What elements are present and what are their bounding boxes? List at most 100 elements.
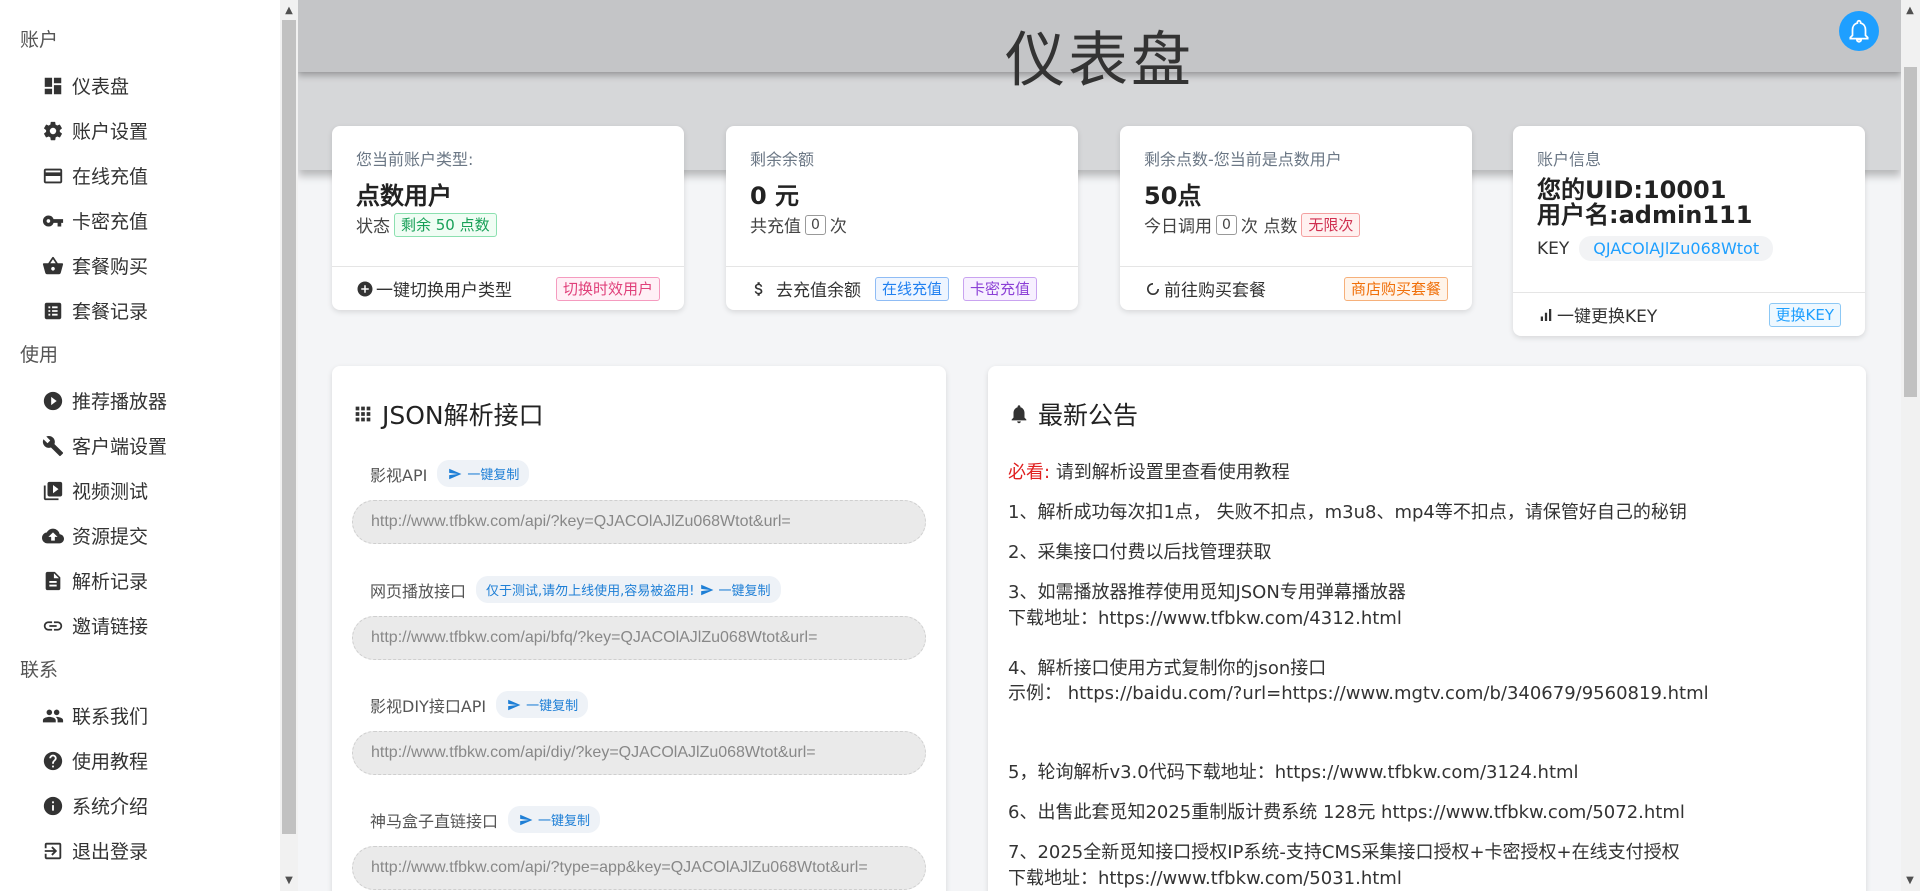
balance-value: 0 元 [750,182,800,210]
copy-label: 一键复制 [718,584,771,599]
shop-buy-package-button[interactable]: 商店购买套餐 [1343,276,1448,301]
api-url-field[interactable]: http://www.tfbkw.com/api/bfq/?key=QJACOl… [352,616,926,660]
sidebar-item-video-test[interactable]: 视频测试 [0,468,280,513]
copy-label: 一键复制 [526,699,579,714]
card-footer: 一键更换KEY 更换KEY [1513,292,1865,336]
send-icon [508,699,521,710]
dollar-icon [750,280,768,298]
api-name: 网页播放接口 [370,581,467,601]
api-name: 影视API [370,465,428,485]
api-url-field[interactable]: http://www.tfbkw.com/api/diy/?key=QJACOl… [352,731,926,775]
card-caption: 账户信息 [1537,150,1602,169]
points-card: 剩余点数-您当前是点数用户 50点 今日调用 0 次 点数 无限次 前往购买套餐… [1120,126,1472,310]
sidebar-item-package-records[interactable]: 套餐记录 [0,288,280,333]
status-badge: 剩余 50 点数 [394,212,497,237]
sidebar-item-tutorial[interactable]: 使用教程 [0,738,280,783]
unlimited-badge: 无限次 [1301,212,1361,237]
sidebar-item-label: 退出登录 [72,841,149,863]
sidebar-item-label: 在线充值 [72,166,149,188]
must-read-label: 必看: [1008,462,1051,483]
change-key-text[interactable]: 一键更换KEY [1557,302,1657,327]
help-circle-icon [40,748,66,774]
notification-button[interactable] [1839,11,1879,51]
sidebar-item-recommended-player[interactable]: 推荐播放器 [0,378,280,423]
sidebar-item-card-recharge[interactable]: 卡密充值 [0,198,280,243]
page-title: 仪表盘 [1005,26,1194,96]
announcement-line: 5，轮询解析v3.0代码下载地址：https://www.tfbkw.com/3… [1008,762,1579,783]
copy-button[interactable]: 一键复制 [508,806,601,833]
api-url-field[interactable]: http://www.tfbkw.com/api/?key=QJACOlAJlZ… [352,500,926,544]
change-key-button[interactable]: 更换KEY [1768,302,1841,327]
json-api-panel: JSON解析接口 影视API 一键复制 http://www.tfbkw.com… [332,366,946,891]
card-recharge-button[interactable]: 卡密充值 [963,276,1038,301]
sidebar-scrollbar[interactable]: ▲ ▼ [280,0,298,891]
copy-button[interactable]: 一键复制 [496,691,589,718]
sidebar-item-system-intro[interactable]: 系统介绍 [0,783,280,828]
plus-circle-icon [356,280,374,298]
send-icon [449,468,462,479]
api-label: 影视DIY接口API 一键复制 [370,691,589,718]
daily-calls-count: 0 [1216,214,1237,235]
sidebar-item-label: 邀请链接 [72,616,149,638]
scroll-up-arrow-icon[interactable]: ▲ [280,2,298,20]
bell-icon [1849,19,1869,43]
sidebar-item-parse-records[interactable]: 解析记录 [0,558,280,603]
copy-label: 一键复制 [467,468,520,483]
sidebar-item-logout[interactable]: 退出登录 [0,828,280,873]
copy-button[interactable]: 仅于测试,请勿上线使用,容易被盗用! 一键复制 [476,576,781,603]
key-value[interactable]: QJACOlAJlZu068Wtot [1579,236,1774,261]
sidebar: 账户 仪表盘 账户设置 在线充值 卡密充值 套餐购买 套餐记录 使用 推荐播放器… [0,0,280,891]
sidebar-item-account-settings[interactable]: 账户设置 [0,108,280,153]
scroll-down-arrow-icon[interactable]: ▼ [280,872,298,890]
sidebar-item-label: 推荐播放器 [72,391,168,413]
info-icon [40,793,66,819]
document-icon [40,568,66,594]
recharge-count: 0 [805,214,826,235]
announcements-title: 最新公告 [1038,401,1139,430]
buy-package-text[interactable]: 前往购买套餐 [1164,276,1266,301]
people-icon [40,703,66,729]
must-read-text: 请到解析设置里查看使用教程 [1055,462,1290,483]
sidebar-item-resource-submit[interactable]: 资源提交 [0,513,280,558]
announcement-line: 4、解析接口使用方式复制你的json接口 [1008,658,1327,679]
points-value: 50点 [1144,182,1202,210]
header-bar: 仪表盘 [298,0,1901,96]
copy-button[interactable]: 一键复制 [437,460,530,487]
sidebar-item-label: 套餐记录 [72,301,149,323]
api-label: 影视API 一键复制 [370,460,530,487]
recharge-count-line: 共充值 0 次 [750,212,847,237]
wrench-icon [40,433,66,459]
sidebar-item-contact-us[interactable]: 联系我们 [0,693,280,738]
key-icon [40,208,66,234]
sidebar-scrollbar-thumb[interactable] [282,20,296,834]
switch-type-text[interactable]: 一键切换用户类型 [376,276,512,301]
go-recharge-text[interactable]: 去充值余额 [776,276,861,301]
scroll-up-arrow-icon[interactable]: ▲ [1901,2,1919,20]
bell-icon [1011,405,1027,424]
sidebar-item-client-settings[interactable]: 客户端设置 [0,423,280,468]
list-icon [40,298,66,324]
main-content: 仪表盘 您当前账户类型: 点数用户 状态 剩余 50 点数 一键切换用户类型 切… [298,0,1901,891]
announcements-panel: 最新公告 必看: 请到解析设置里查看使用教程 1、解析成功每次扣1点， 失败不扣… [988,366,1866,891]
sidebar-item-label: 卡密充值 [72,211,149,233]
sidebar-item-dashboard[interactable]: 仪表盘 [0,63,280,108]
sidebar-item-package-buy[interactable]: 套餐购买 [0,243,280,288]
online-recharge-button[interactable]: 在线充值 [875,276,950,301]
sidebar-section-account: 账户 [20,29,59,51]
status-label: 状态 [356,217,390,237]
sidebar-section-usage: 使用 [20,344,59,366]
daily-calls-label: 今日调用 [1144,217,1212,237]
sidebar-item-label: 联系我们 [72,706,149,728]
page-scrollbar[interactable]: ▲ ▼ [1901,0,1920,891]
card-footer: 一键切换用户类型 切换时效用户 [332,266,684,310]
balance-card: 剩余余额 0 元 共充值 0 次 去充值余额 在线充值 卡密充值 [726,126,1078,310]
daily-calls-unit: 次 点数 [1240,217,1298,237]
card-footer: 前往购买套餐 商店购买套餐 [1120,266,1472,310]
api-url-field[interactable]: http://www.tfbkw.com/api/?type=app&key=Q… [352,846,926,890]
sidebar-item-invite-link[interactable]: 邀请链接 [0,603,280,648]
page-scrollbar-thumb[interactable] [1904,67,1917,397]
switch-timed-user-button[interactable]: 切换时效用户 [555,276,660,301]
scroll-down-arrow-icon[interactable]: ▼ [1901,872,1919,890]
dashboard-icon [40,73,66,99]
sidebar-item-online-recharge[interactable]: 在线充值 [0,153,280,198]
